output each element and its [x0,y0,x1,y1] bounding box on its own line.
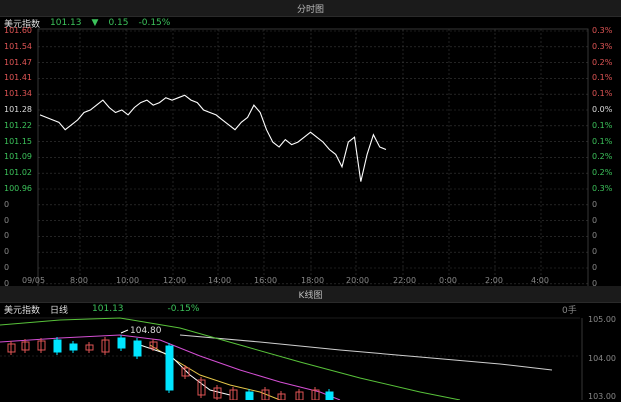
kline-y-label-3: 103.00 [588,392,616,401]
x-axis-label: 09/05 [22,276,46,285]
x-axis-label: 2:00 [485,276,503,285]
y-left-label: 101.09 [4,152,32,162]
kline-ma-gray [179,334,553,371]
kline-y-label-2: 104.00 [588,354,616,363]
y-left-label: 101.34 [4,89,32,99]
intraday-price-line [39,94,387,182]
x-axis-label: 10:00 [116,276,140,285]
y-right-label: 0 [592,199,598,209]
y-left-label: 0 [4,231,10,241]
kline-high-marker-pointer [120,329,129,334]
kline-candle [53,339,62,353]
kline-instrument-name: 美元指数 [4,305,41,316]
y-right-label: 0.0% [592,105,613,114]
y-left-label: 101.54 [4,41,32,51]
kline-price: 101.13 [92,304,124,314]
kline-ma-green [0,317,461,400]
kline-period[interactable]: 日线 [50,303,68,316]
y-right-label: 0 [592,247,598,257]
y-right-label: 0.1% [592,73,613,83]
y-right-label: 0.3% [592,26,613,35]
x-axis-label: 16:00 [254,276,278,285]
x-axis-label: 4:00 [531,276,549,285]
kline-volume: 0手 [562,306,577,316]
y-left-label: 101.60 [4,26,32,35]
y-left-label: 0 [4,263,10,272]
kline-candle [325,391,334,400]
y-left-label: 0 [4,199,10,209]
y-left-label: 101.41 [4,73,32,83]
y-right-label: 0.3% [592,41,613,51]
kline-y-label-1: 105.00 [588,315,616,324]
y-right-label: 0 [592,263,598,272]
y-right-label: 0.3% [592,184,613,193]
kline-quote-bar: 美元指数 日线 101.13 -0.15% [4,302,199,316]
kline-candle [245,391,254,400]
chart-canvas [0,28,589,400]
y-right-label: 0.2% [592,57,613,67]
kline-chart-title[interactable]: K线图 [0,286,621,303]
y-right-label: 0.2% [592,168,613,178]
x-axis-label: 0:00 [439,276,457,285]
y-right-label: 0 [592,215,598,225]
x-axis-label: 8:00 [70,276,88,285]
x-axis-label: 18:00 [301,276,325,285]
y-right-label: 0.1% [592,120,613,130]
x-axis-label: 14:00 [208,276,232,285]
y-right-label: 0.1% [592,136,613,146]
y-left-label: 101.02 [4,168,32,178]
x-axis-label: 20:00 [346,276,370,285]
kline-change-percent: -0.15% [167,304,200,314]
y-right-label: 0.1% [592,89,613,99]
y-left-label: 101.22 [4,120,32,130]
y-left-label: 100.96 [4,184,32,193]
intraday-plot-border [37,28,589,303]
y-left-label: 0 [4,215,10,225]
y-left-label: 101.47 [4,57,32,67]
y-right-label: 0 [592,231,598,241]
y-left-label: 101.15 [4,136,32,146]
kline-high-marker: 104.80 [130,326,162,336]
y-left-label: 101.28 [4,105,32,114]
kline-candle [133,340,142,357]
x-axis-label: 22:00 [393,276,417,285]
y-left-label: 0 [4,247,10,257]
kline-candle [165,345,174,391]
y-right-label: 0.2% [592,152,613,162]
kline-chart-title-text: K线图 [298,290,323,301]
kline-candle [69,343,78,351]
kline-candle [117,337,126,349]
x-axis-label: 12:00 [163,276,187,285]
